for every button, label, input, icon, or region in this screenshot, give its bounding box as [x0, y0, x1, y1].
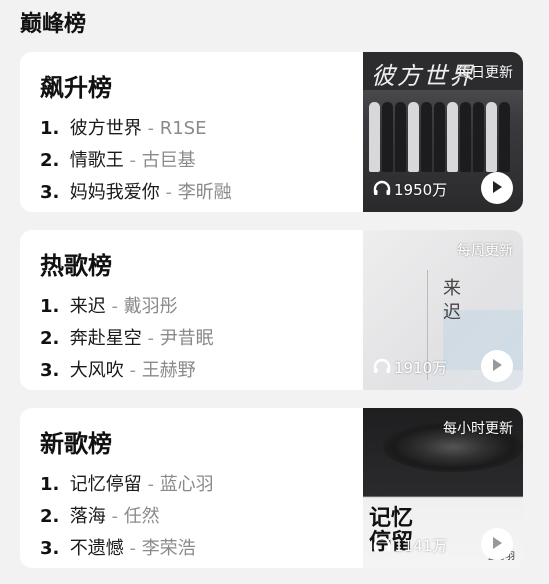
track-song: 记忆停留 [69, 474, 142, 495]
track-song: 情歌王 [69, 150, 124, 171]
track-separator: - [129, 538, 142, 559]
track-artist: 王赫野 [141, 360, 196, 381]
track-rank: 3. [40, 538, 60, 559]
play-button[interactable] [481, 350, 513, 382]
track-row[interactable]: 3. 大风吹 - 王赫野 [40, 356, 196, 382]
track-rank: 1. [40, 474, 60, 495]
track-artist: 蓝心羽 [159, 474, 214, 495]
track-song: 落海 [69, 506, 106, 527]
track-artist: 古巨基 [141, 150, 196, 171]
chart-card-hot[interactable]: 热歌榜 1. 来迟 - 戴羽彤 2. 奔赴星空 - 尹昔眠 3. 大风吹 - 王… [20, 230, 523, 390]
track-row[interactable]: 1. 记忆停留 - 蓝心羽 [40, 470, 214, 496]
track-artist: 戴羽彤 [123, 296, 178, 317]
track-artist: 尹昔眠 [159, 328, 214, 349]
track-rank: 1. [40, 118, 60, 139]
track-separator: - [129, 150, 142, 171]
track-row[interactable]: 1. 彼方世界 - R1SE [40, 114, 206, 140]
chart-title: 飙升榜 [40, 74, 112, 102]
chart-cover[interactable]: 来迟 每周更新 1910万 [363, 230, 523, 390]
cover-art-text: 来迟 [440, 278, 461, 326]
play-icon [490, 357, 504, 376]
chart-title: 新歌榜 [40, 430, 112, 458]
track-separator: - [165, 182, 178, 203]
cover-figures [369, 102, 510, 172]
track-rank: 3. [40, 360, 60, 381]
track-song: 大风吹 [69, 360, 124, 381]
play-button[interactable] [481, 528, 513, 560]
track-separator: - [111, 506, 124, 527]
track-separator: - [111, 296, 124, 317]
play-count: 1950万 [373, 179, 447, 200]
play-count: 1910万 [373, 357, 447, 378]
headphones-icon [373, 180, 391, 200]
chart-cover[interactable]: 记忆停留 蓝心羽 每小时更新 1141万 [363, 408, 523, 568]
track-row[interactable]: 2. 落海 - 任然 [40, 502, 160, 528]
play-count: 1141万 [373, 535, 447, 556]
track-separator: - [147, 474, 160, 495]
play-icon [490, 535, 504, 554]
track-artist: 李荣浩 [141, 538, 196, 559]
track-separator: - [147, 118, 160, 139]
track-artist: 李昕融 [177, 182, 232, 203]
track-artist: 任然 [123, 506, 160, 527]
track-rank: 2. [40, 328, 60, 349]
track-row[interactable]: 3. 妈妈我爱你 - 李昕融 [40, 178, 232, 204]
play-count-value: 1950万 [394, 181, 448, 199]
chart-cover[interactable]: 彼方世界 每日更新 1950万 [363, 52, 523, 212]
track-song: 奔赴星空 [69, 328, 142, 349]
track-separator: - [147, 328, 160, 349]
chart-card-new[interactable]: 新歌榜 1. 记忆停留 - 蓝心羽 2. 落海 - 任然 3. 不遗憾 - 李荣… [20, 408, 523, 568]
track-artist: R1SE [159, 118, 207, 139]
chart-title: 热歌榜 [40, 252, 112, 280]
track-separator: - [129, 360, 142, 381]
track-rank: 2. [40, 150, 60, 171]
track-song: 妈妈我爱你 [69, 182, 160, 203]
headphones-icon [373, 536, 391, 556]
play-count-value: 1910万 [394, 359, 448, 377]
update-frequency-badge: 每日更新 [457, 65, 513, 81]
track-rank: 2. [40, 506, 60, 527]
update-frequency-badge: 每小时更新 [443, 421, 513, 437]
track-rank: 3. [40, 182, 60, 203]
track-row[interactable]: 2. 奔赴星空 - 尹昔眠 [40, 324, 214, 350]
play-count-value: 1141万 [394, 537, 448, 555]
track-song: 彼方世界 [69, 118, 142, 139]
play-icon [490, 179, 504, 198]
update-frequency-badge: 每周更新 [457, 243, 513, 259]
chart-card-soaring[interactable]: 飙升榜 1. 彼方世界 - R1SE 2. 情歌王 - 古巨基 3. 妈妈我爱你… [20, 52, 523, 212]
track-song: 不遗憾 [69, 538, 124, 559]
section-title: 巅峰榜 [20, 12, 87, 37]
track-song: 来迟 [69, 296, 106, 317]
track-row[interactable]: 3. 不遗憾 - 李荣浩 [40, 534, 196, 560]
track-rank: 1. [40, 296, 60, 317]
headphones-icon [373, 358, 391, 378]
track-row[interactable]: 1. 来迟 - 戴羽彤 [40, 292, 178, 318]
play-button[interactable] [481, 172, 513, 204]
track-row[interactable]: 2. 情歌王 - 古巨基 [40, 146, 196, 172]
